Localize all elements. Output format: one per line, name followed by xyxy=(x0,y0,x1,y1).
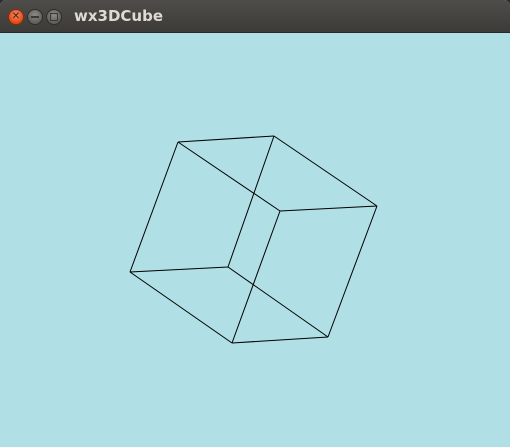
maximize-icon[interactable] xyxy=(46,9,62,25)
cube-edge-fa xyxy=(129,141,179,273)
maximize-glyph xyxy=(50,13,58,21)
cube-edge-ef xyxy=(129,271,233,344)
close-icon[interactable]: ✕ xyxy=(8,9,24,25)
close-glyph: ✕ xyxy=(11,11,21,22)
drawing-canvas[interactable] xyxy=(0,33,510,447)
cube-edge-ah xyxy=(177,141,281,212)
cube-edge-de xyxy=(231,336,329,344)
app-window: ✕ wx3DCube xyxy=(0,0,510,447)
cube-edge-gd xyxy=(227,266,329,338)
title-bar[interactable]: ✕ wx3DCube xyxy=(0,0,510,33)
cube-edge-hc xyxy=(279,205,378,212)
window-title: wx3DCube xyxy=(74,7,164,25)
cube-edge-ab xyxy=(177,135,275,143)
cube-wireframe xyxy=(129,135,378,344)
cube-edge-bc xyxy=(273,135,378,207)
cube-edge-he xyxy=(231,210,281,344)
cube-edge-gf xyxy=(129,266,229,273)
minimize-icon[interactable] xyxy=(27,9,43,25)
minimize-glyph xyxy=(31,16,39,18)
cube-edge-cd xyxy=(327,205,378,338)
